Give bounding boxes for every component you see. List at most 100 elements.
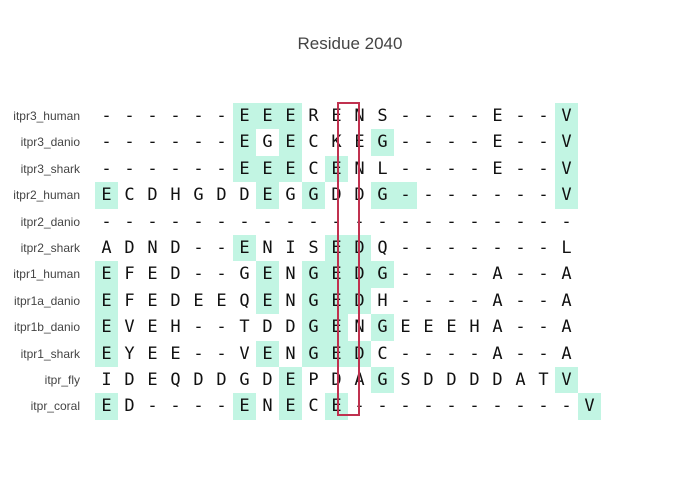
residue-cell: E (446, 317, 457, 338)
residue-cell: - (193, 343, 204, 364)
residue-cell: E (256, 182, 279, 209)
residue-cell: A (515, 369, 526, 390)
residue-cell: - (515, 264, 526, 285)
residue-cell: E (279, 393, 302, 420)
residue-cell: - (124, 106, 135, 126)
residue-cell: - (538, 132, 549, 153)
residue-cell: - (101, 211, 112, 232)
residue-cell: V (555, 129, 578, 156)
residue-cell: - (446, 343, 457, 364)
residue-cell: G (262, 132, 273, 153)
residue-cell: - (515, 158, 526, 179)
residue-cell: - (561, 396, 572, 417)
residue-cell: - (423, 290, 434, 311)
residue-cell: - (515, 237, 526, 258)
residue-cell: E (279, 129, 302, 156)
residue-cell: - (308, 211, 319, 232)
residue-cell: E (147, 369, 158, 390)
residue-cell: E (147, 343, 158, 364)
residue-cell: - (216, 396, 227, 417)
residue-cell: - (400, 290, 411, 311)
residue-cell: C (124, 185, 135, 206)
residue-cell: G (302, 261, 325, 288)
residue-cell: D (147, 185, 158, 206)
residue-cell: E (233, 155, 256, 183)
residue-cell: - (469, 106, 480, 126)
residue-cell: D (216, 369, 227, 390)
residue-cell: F (124, 290, 135, 311)
residue-cell: G (302, 340, 325, 367)
residue-cell: - (446, 211, 457, 232)
residue-cell: H (170, 185, 181, 206)
sequence-labels: itpr3_human itpr3_danio itpr3_shark itpr2_h… (0, 103, 80, 420)
residue-cell: V (578, 393, 601, 420)
residue-cell: Q (377, 237, 388, 258)
residue-cell: E (95, 287, 118, 315)
residue-cell: N (285, 343, 296, 364)
residue-cell: N (262, 237, 273, 258)
residue-cell: - (515, 106, 526, 126)
residue-cell: - (423, 396, 434, 417)
residue-cell: A (492, 264, 503, 285)
residue-cell: - (193, 237, 204, 258)
residue-cell: C (308, 132, 319, 153)
residue-cell: E (279, 155, 302, 183)
residue-cell: - (515, 290, 526, 311)
sequence-label: itpr3_danio (20, 135, 80, 150)
residue-cell: N (285, 264, 296, 285)
residue-cell: A (561, 343, 572, 364)
residue-cell: - (216, 132, 227, 153)
residue-cell: - (446, 396, 457, 417)
residue-cell: - (515, 185, 526, 206)
residue-cell: - (492, 396, 503, 417)
residue-cell: - (538, 158, 549, 179)
residue-cell: G (302, 182, 325, 209)
residue-cell: - (469, 237, 480, 258)
residue-cell: L (377, 158, 388, 179)
residue-cell: - (492, 185, 503, 206)
sequence-label: itpr2_human (13, 188, 80, 203)
residue-cell: E (193, 290, 204, 311)
residue-cell: G (285, 185, 296, 206)
residue-cell: V (555, 182, 578, 209)
residue-cell: G (371, 182, 394, 209)
residue-cell: - (193, 264, 204, 285)
sequence-label: itpr1_shark (20, 346, 80, 361)
sequence-label: itpr1_human (13, 267, 80, 282)
residue-cell: - (170, 106, 181, 126)
residue-cell: C (377, 343, 388, 364)
residue-cell: - (515, 343, 526, 364)
residue-cell: - (101, 132, 112, 153)
residue-cell: V (555, 366, 578, 394)
residue-cell: E (256, 103, 279, 130)
residue-cell: E (256, 155, 279, 183)
residue-cell: - (446, 237, 457, 258)
residue-cell: E (492, 106, 503, 126)
residue-cell: A (101, 237, 112, 258)
sequence-label: itpr_fly (44, 372, 80, 387)
residue-cell: - (469, 132, 480, 153)
residue-cell: G (193, 185, 204, 206)
residue-cell: - (400, 264, 411, 285)
residue-cell: E (256, 340, 279, 367)
residue-cell: - (446, 132, 457, 153)
residue-cell: A (561, 264, 572, 285)
residue-cell: - (469, 211, 480, 232)
residue-cell: - (561, 211, 572, 232)
residue-cell: F (124, 264, 135, 285)
residue-cell: - (216, 264, 227, 285)
residue-cell: G (371, 261, 394, 288)
residue-cell: G (371, 129, 394, 156)
residue-cell: E (233, 393, 256, 420)
residue-cell: A (492, 290, 503, 311)
residue-cell: - (538, 264, 549, 285)
residue-cell: H (377, 290, 388, 311)
residue-cell: - (400, 396, 411, 417)
residue-cell: N (262, 396, 273, 417)
residue-cell: - (400, 237, 411, 258)
residue-cell: - (469, 343, 480, 364)
residue-cell: E (492, 158, 503, 179)
residue-cell: - (423, 237, 434, 258)
residue-cell: D (239, 185, 250, 206)
residue-cell: - (216, 317, 227, 338)
